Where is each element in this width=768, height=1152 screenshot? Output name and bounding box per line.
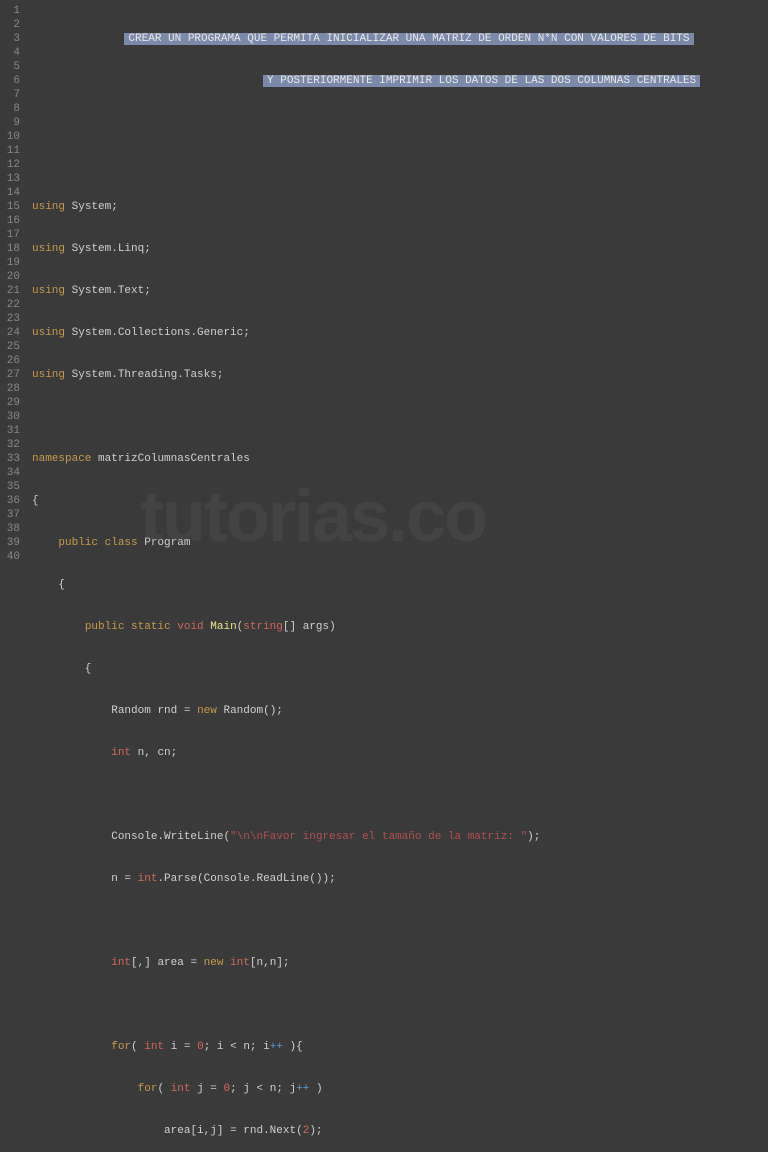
line-number: 23	[2, 312, 20, 326]
line-10	[32, 410, 762, 424]
line-20: Console.WriteLine("\n\nFavor ingresar el…	[32, 830, 762, 844]
line-number: 20	[2, 270, 20, 284]
line-12: {	[32, 494, 762, 508]
line-15: public static void Main(string[] args)	[32, 620, 762, 634]
line-number: 29	[2, 396, 20, 410]
line-number: 31	[2, 424, 20, 438]
line-27: area[i,j] = rnd.Next(2);	[32, 1124, 762, 1138]
line-5: using System;	[32, 200, 762, 214]
line-3	[32, 116, 762, 130]
line-number: 1	[2, 4, 20, 18]
line-number: 27	[2, 368, 20, 382]
line-21: n = int.Parse(Console.ReadLine());	[32, 872, 762, 886]
line-number: 28	[2, 382, 20, 396]
line-number: 4	[2, 46, 20, 60]
line-number: 13	[2, 172, 20, 186]
line-6: using System.Linq;	[32, 242, 762, 256]
line-25: for( int i = 0; i < n; i++ ){	[32, 1040, 762, 1054]
line-4	[32, 158, 762, 172]
line-number: 17	[2, 228, 20, 242]
line-number: 15	[2, 200, 20, 214]
line-number: 2	[2, 18, 20, 32]
line-number: 40	[2, 550, 20, 564]
line-number: 7	[2, 88, 20, 102]
code-editor: 1234567891011121314151617181920212223242…	[0, 0, 768, 576]
line-number: 16	[2, 214, 20, 228]
line-number: 32	[2, 438, 20, 452]
line-24	[32, 998, 762, 1012]
line-number: 24	[2, 326, 20, 340]
line-1: CREAR UN PROGRAMA QUE PERMITA INICIALIZA…	[32, 32, 762, 46]
line-number-gutter: 1234567891011121314151617181920212223242…	[0, 0, 28, 576]
line-number: 10	[2, 130, 20, 144]
line-number: 37	[2, 508, 20, 522]
line-number: 12	[2, 158, 20, 172]
code-area[interactable]: CREAR UN PROGRAMA QUE PERMITA INICIALIZA…	[28, 0, 768, 576]
line-26: for( int j = 0; j < n; j++ )	[32, 1082, 762, 1096]
line-number: 21	[2, 284, 20, 298]
comment-banner-1: CREAR UN PROGRAMA QUE PERMITA INICIALIZA…	[124, 33, 693, 45]
line-23: int[,] area = new int[n,n];	[32, 956, 762, 970]
line-19	[32, 788, 762, 802]
line-number: 3	[2, 32, 20, 46]
line-number: 11	[2, 144, 20, 158]
line-number: 39	[2, 536, 20, 550]
line-number: 33	[2, 452, 20, 466]
line-number: 30	[2, 410, 20, 424]
line-number: 25	[2, 340, 20, 354]
comment-banner-2: Y POSTERIORMENTE IMPRIMIR LOS DATOS DE L…	[263, 75, 700, 87]
line-number: 38	[2, 522, 20, 536]
line-number: 18	[2, 242, 20, 256]
line-number: 6	[2, 74, 20, 88]
line-number: 14	[2, 186, 20, 200]
line-16: {	[32, 662, 762, 676]
line-number: 36	[2, 494, 20, 508]
line-number: 5	[2, 60, 20, 74]
line-number: 9	[2, 116, 20, 130]
line-number: 34	[2, 466, 20, 480]
line-14: {	[32, 578, 762, 592]
line-9: using System.Threading.Tasks;	[32, 368, 762, 382]
line-number: 35	[2, 480, 20, 494]
line-22	[32, 914, 762, 928]
line-2: Y POSTERIORMENTE IMPRIMIR LOS DATOS DE L…	[32, 74, 762, 88]
line-number: 26	[2, 354, 20, 368]
line-18: int n, cn;	[32, 746, 762, 760]
line-number: 19	[2, 256, 20, 270]
line-17: Random rnd = new Random();	[32, 704, 762, 718]
line-8: using System.Collections.Generic;	[32, 326, 762, 340]
line-7: using System.Text;	[32, 284, 762, 298]
line-number: 22	[2, 298, 20, 312]
line-11: namespace matrizColumnasCentrales	[32, 452, 762, 466]
line-13: public class Program	[32, 536, 762, 550]
line-number: 8	[2, 102, 20, 116]
